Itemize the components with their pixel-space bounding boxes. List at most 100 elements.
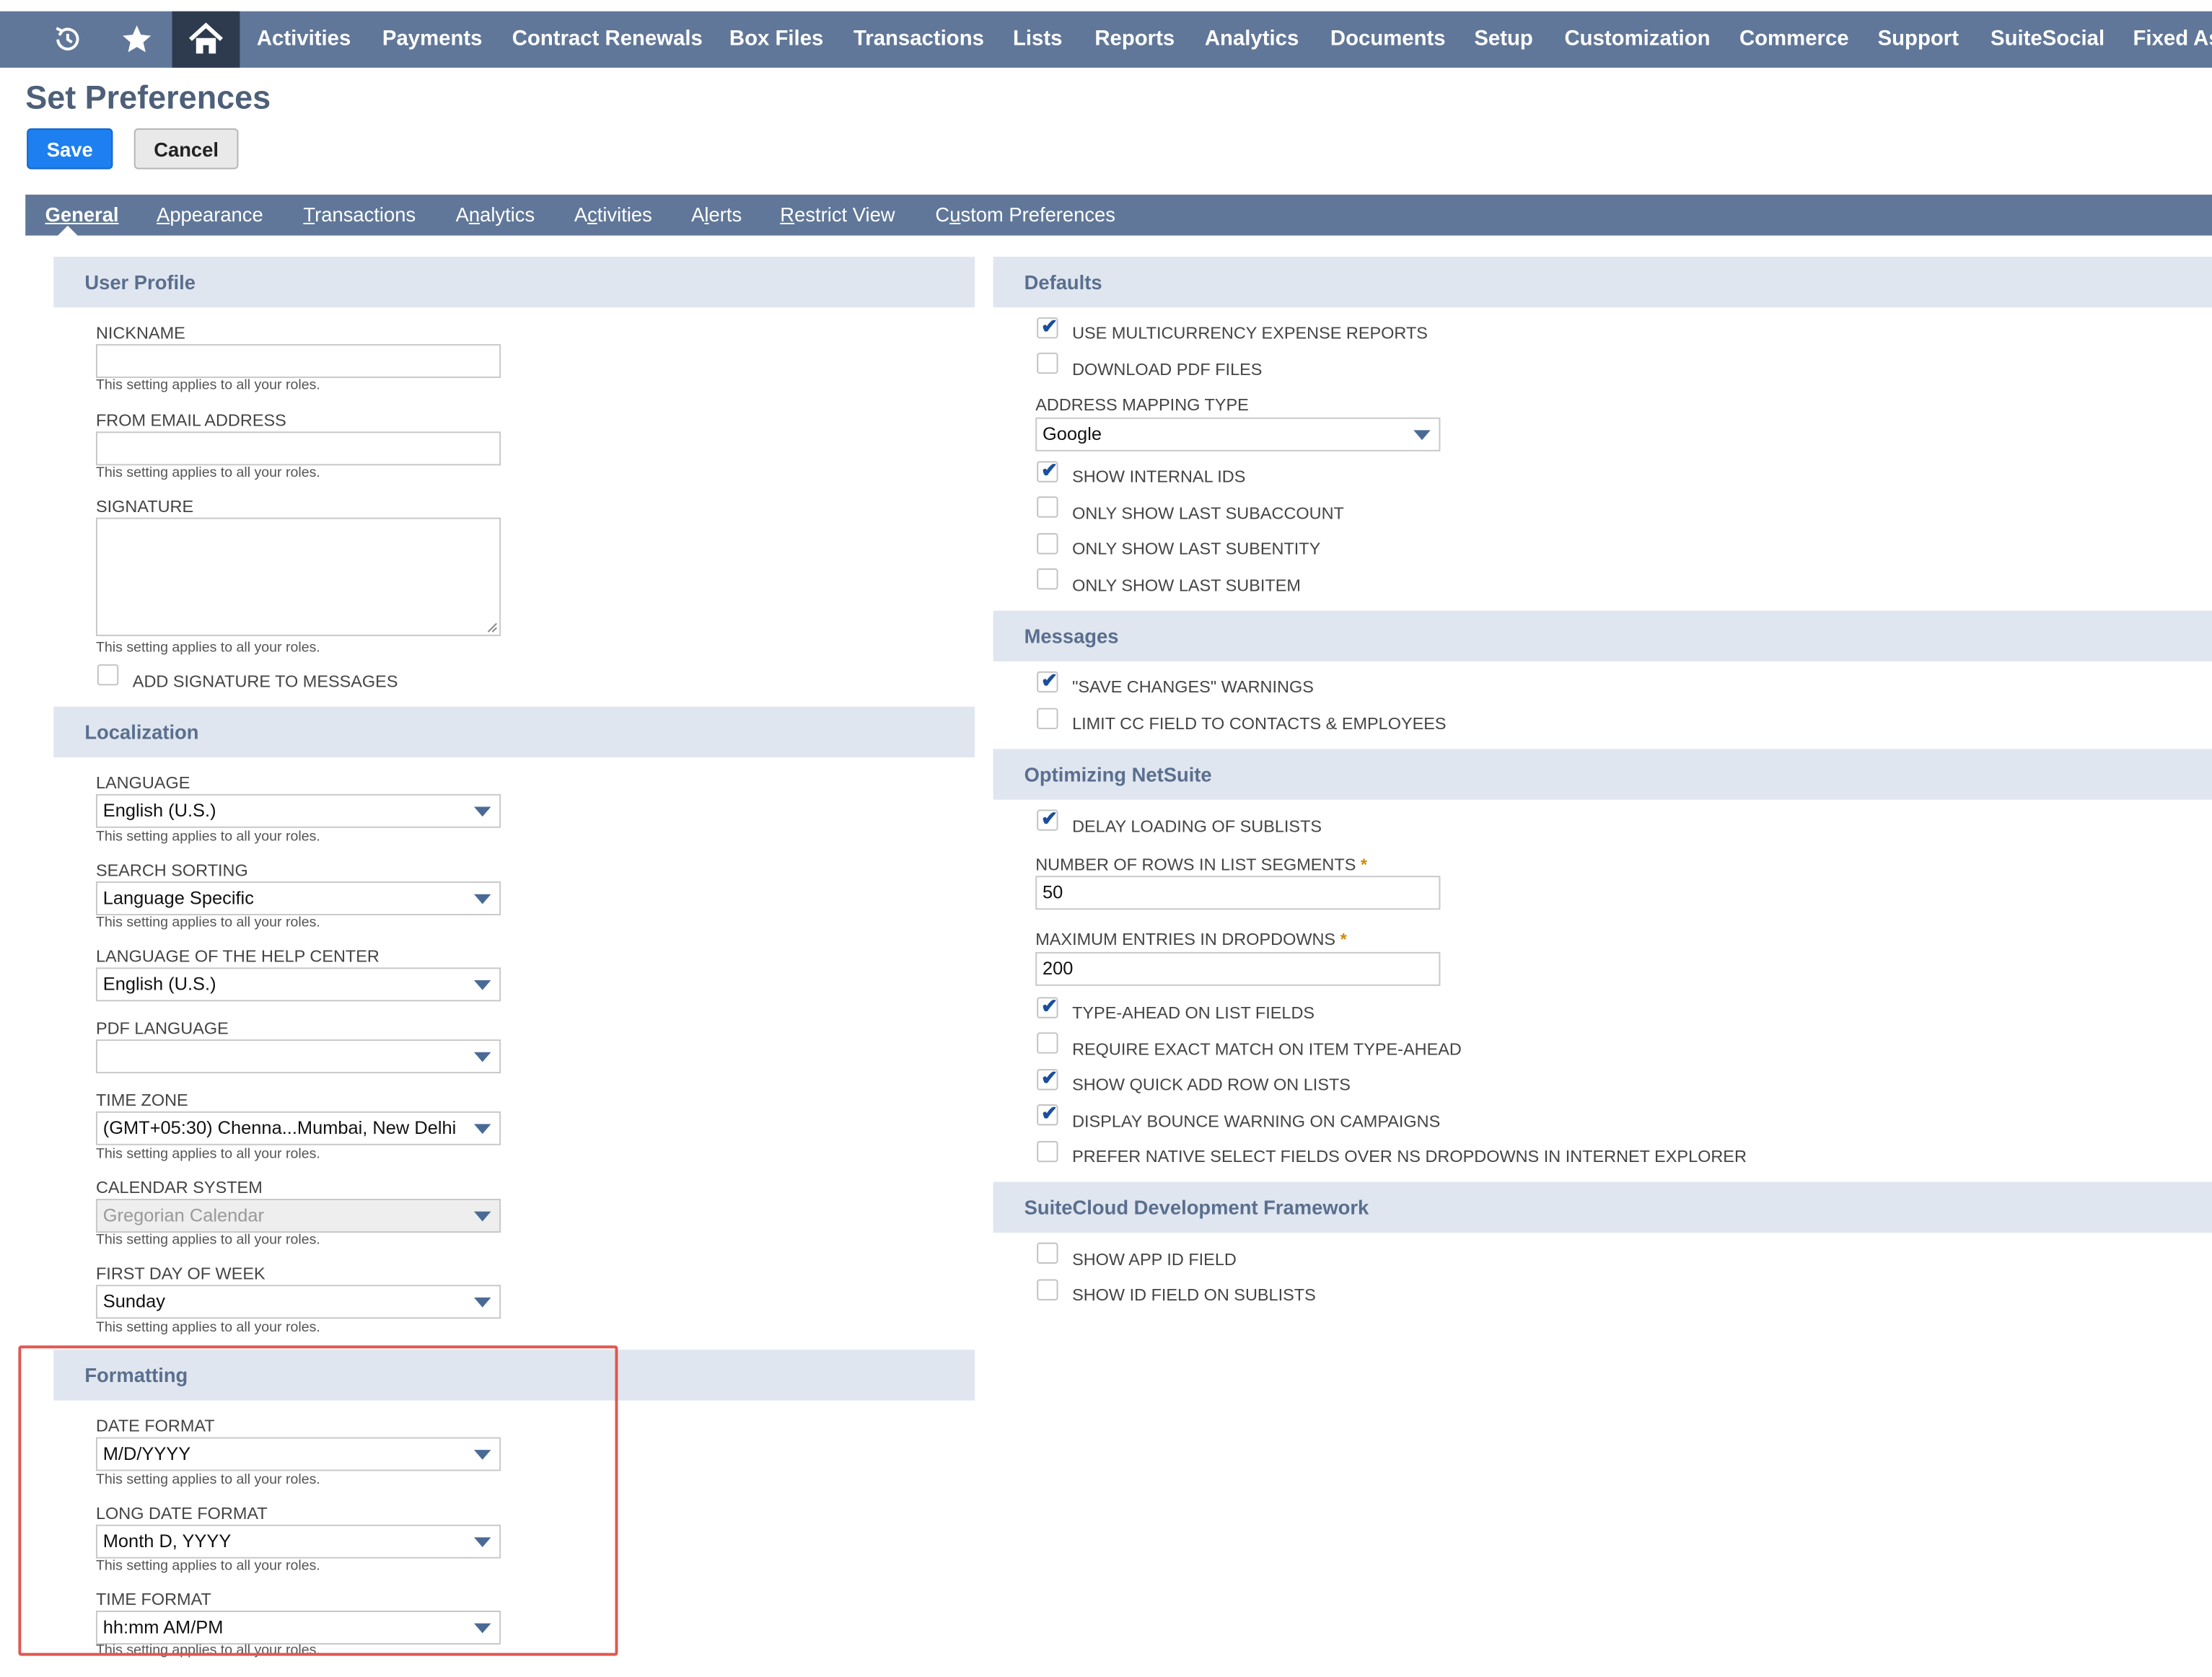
id-sublists-checkbox[interactable] bbox=[1037, 1279, 1058, 1300]
nav-box-files[interactable]: Box Files bbox=[729, 12, 823, 68]
internal-ids-checkbox[interactable]: ✔ bbox=[1037, 458, 1058, 483]
search-sorting-select[interactable]: Language Specific bbox=[95, 881, 501, 916]
save-changes-checkbox[interactable]: ✔ bbox=[1037, 669, 1058, 693]
bounce-warning-label: DISPLAY BOUNCE WARNING ON CAMPAIGNS bbox=[1072, 1111, 1441, 1132]
limit-cc-checkbox[interactable] bbox=[1037, 708, 1058, 729]
address-mapping-label: ADDRESS MAPPING TYPE bbox=[1035, 395, 1249, 415]
calendar-system-label: CALENDAR SYSTEM bbox=[95, 1177, 263, 1198]
dropdown-arrow-icon bbox=[473, 1211, 491, 1222]
tab-alerts[interactable]: Alerts bbox=[691, 195, 742, 236]
pdf-language-select[interactable] bbox=[95, 1039, 501, 1074]
dropdown-arrow-icon bbox=[473, 1124, 491, 1135]
delay-sublists-label: DELAY LOADING OF SUBLISTS bbox=[1072, 817, 1322, 837]
nav-payments[interactable]: Payments bbox=[382, 12, 483, 68]
dropdown-arrow-icon bbox=[473, 806, 491, 817]
star-icon[interactable] bbox=[103, 12, 171, 68]
nav-commerce[interactable]: Commerce bbox=[1739, 12, 1849, 68]
exact-match-checkbox[interactable] bbox=[1037, 1032, 1058, 1054]
language-select[interactable]: English (U.S.) bbox=[95, 793, 501, 828]
tab-appearance[interactable]: Appearance bbox=[157, 195, 263, 236]
checkmark-icon: ✔ bbox=[1041, 1066, 1058, 1089]
address-mapping-select[interactable]: Google bbox=[1035, 417, 1441, 452]
nav-lists[interactable]: Lists bbox=[1013, 12, 1062, 68]
rows-label-text: NUMBER OF ROWS IN LIST SEGMENTS bbox=[1035, 854, 1356, 875]
nickname-field[interactable] bbox=[95, 344, 501, 379]
recent-icon[interactable] bbox=[34, 12, 102, 68]
help-language-select[interactable]: English (U.S.) bbox=[95, 967, 501, 1002]
time-zone-label: TIME ZONE bbox=[95, 1090, 188, 1110]
time-zone-select[interactable]: (GMT+05:30) Chenna...Mumbai, New Delhi bbox=[95, 1111, 501, 1145]
nav-setup[interactable]: Setup bbox=[1474, 12, 1532, 68]
nav-transactions[interactable]: Transactions bbox=[853, 12, 984, 68]
nav-contract-renewals[interactable]: Contract Renewals bbox=[512, 12, 703, 68]
cancel-button[interactable]: Cancel bbox=[133, 128, 239, 170]
tab-transactions[interactable]: Transactions bbox=[303, 195, 416, 236]
rows-field[interactable]: 50 bbox=[1035, 876, 1441, 910]
nav-customization[interactable]: Customization bbox=[1564, 12, 1710, 68]
dropdown-arrow-icon bbox=[473, 980, 491, 990]
tab-activities-mnemonic: c bbox=[587, 203, 597, 226]
tab-alerts-label-rest: erts bbox=[708, 203, 742, 226]
tab-activities[interactable]: Activities bbox=[574, 195, 652, 236]
nav-reports[interactable]: Reports bbox=[1094, 12, 1175, 68]
last-subitem-checkbox[interactable] bbox=[1037, 568, 1058, 590]
resize-grip-icon[interactable] bbox=[487, 622, 499, 633]
nav-analytics[interactable]: Analytics bbox=[1205, 12, 1299, 68]
quick-add-checkbox[interactable]: ✔ bbox=[1037, 1066, 1058, 1091]
calendar-system-select: Gregorian Calendar bbox=[95, 1199, 501, 1233]
native-select-checkbox[interactable] bbox=[1037, 1140, 1058, 1163]
app-id-checkbox[interactable] bbox=[1037, 1242, 1058, 1264]
tab-analytics-label-rest: alytics bbox=[480, 203, 535, 226]
language-label: LANGUAGE bbox=[95, 773, 190, 793]
tab-appearance-mnemonic: A bbox=[157, 203, 170, 226]
section-localization: Localization bbox=[53, 706, 975, 758]
section-optimizing: Optimizing NetSuite bbox=[993, 749, 2212, 800]
delay-sublists-checkbox[interactable]: ✔ bbox=[1037, 806, 1058, 831]
role-note: This setting applies to all your roles. bbox=[95, 378, 320, 394]
nav-documents[interactable]: Documents bbox=[1330, 12, 1446, 68]
save-button[interactable]: Save bbox=[27, 128, 113, 170]
type-ahead-label: TYPE-AHEAD ON LIST FIELDS bbox=[1072, 1003, 1315, 1023]
last-subitem-label: ONLY SHOW LAST SUBITEM bbox=[1072, 575, 1301, 596]
help-language-label: LANGUAGE OF THE HELP CENTER bbox=[95, 946, 379, 967]
home-icon[interactable] bbox=[172, 11, 240, 68]
bounce-warning-checkbox[interactable]: ✔ bbox=[1037, 1101, 1058, 1126]
tab-activities-label-rest: tivities bbox=[597, 203, 652, 226]
max-entries-label-text: MAXIMUM ENTRIES IN DROPDOWNS bbox=[1035, 929, 1336, 949]
role-note: This setting applies to all your roles. bbox=[95, 1320, 320, 1336]
signature-textarea[interactable] bbox=[95, 517, 501, 636]
id-sublists-label: SHOW ID FIELD ON SUBLISTS bbox=[1072, 1285, 1316, 1305]
tab-analytics-mnemonic: n bbox=[468, 203, 480, 226]
last-subaccount-checkbox[interactable] bbox=[1037, 496, 1058, 518]
nav-suitesocial[interactable]: SuiteSocial bbox=[1991, 12, 2105, 68]
type-ahead-checkbox[interactable]: ✔ bbox=[1037, 995, 1058, 1018]
section-messages: Messages bbox=[993, 610, 2212, 662]
add-signature-checkbox[interactable] bbox=[97, 664, 119, 686]
max-entries-field[interactable]: 200 bbox=[1035, 951, 1441, 986]
subtab-bar: General Appearance Transactions Analytic… bbox=[25, 194, 2212, 236]
tab-custom-preferences-mnemonic: u bbox=[949, 203, 961, 226]
role-note: This setting applies to all your roles. bbox=[95, 829, 320, 845]
nav-support[interactable]: Support bbox=[1878, 12, 1959, 68]
first-day-select[interactable]: Sunday bbox=[95, 1285, 501, 1319]
tab-restrict-view-mnemonic: R bbox=[780, 203, 795, 226]
checkmark-icon: ✔ bbox=[1041, 314, 1058, 338]
tab-custom-preferences-label-rest: stom Preferences bbox=[960, 203, 1115, 226]
dropdown-arrow-icon bbox=[1413, 430, 1431, 441]
from-email-field[interactable] bbox=[95, 431, 501, 466]
tab-analytics[interactable]: Analytics bbox=[456, 195, 535, 236]
tab-restrict-view[interactable]: Restrict View bbox=[780, 195, 895, 236]
multicurrency-checkbox[interactable]: ✔ bbox=[1037, 314, 1058, 339]
section-user-profile: User Profile bbox=[53, 256, 975, 308]
first-day-label: FIRST DAY OF WEEK bbox=[95, 1263, 265, 1284]
search-sorting-label: SEARCH SORTING bbox=[95, 860, 248, 881]
tab-restrict-view-label-rest: estrict View bbox=[794, 203, 895, 226]
role-note: This setting applies to all your roles. bbox=[95, 1232, 320, 1249]
nav-activities[interactable]: Activities bbox=[257, 12, 351, 68]
download-pdf-checkbox[interactable] bbox=[1037, 352, 1058, 374]
tab-custom-preferences[interactable]: Custom Preferences bbox=[935, 195, 1115, 236]
last-subentity-checkbox[interactable] bbox=[1037, 533, 1058, 555]
tab-general[interactable]: General bbox=[45, 195, 119, 236]
tab-general-mnemonic: G bbox=[45, 203, 61, 226]
nav-fixed-assets[interactable]: Fixed As bbox=[2133, 12, 2212, 68]
